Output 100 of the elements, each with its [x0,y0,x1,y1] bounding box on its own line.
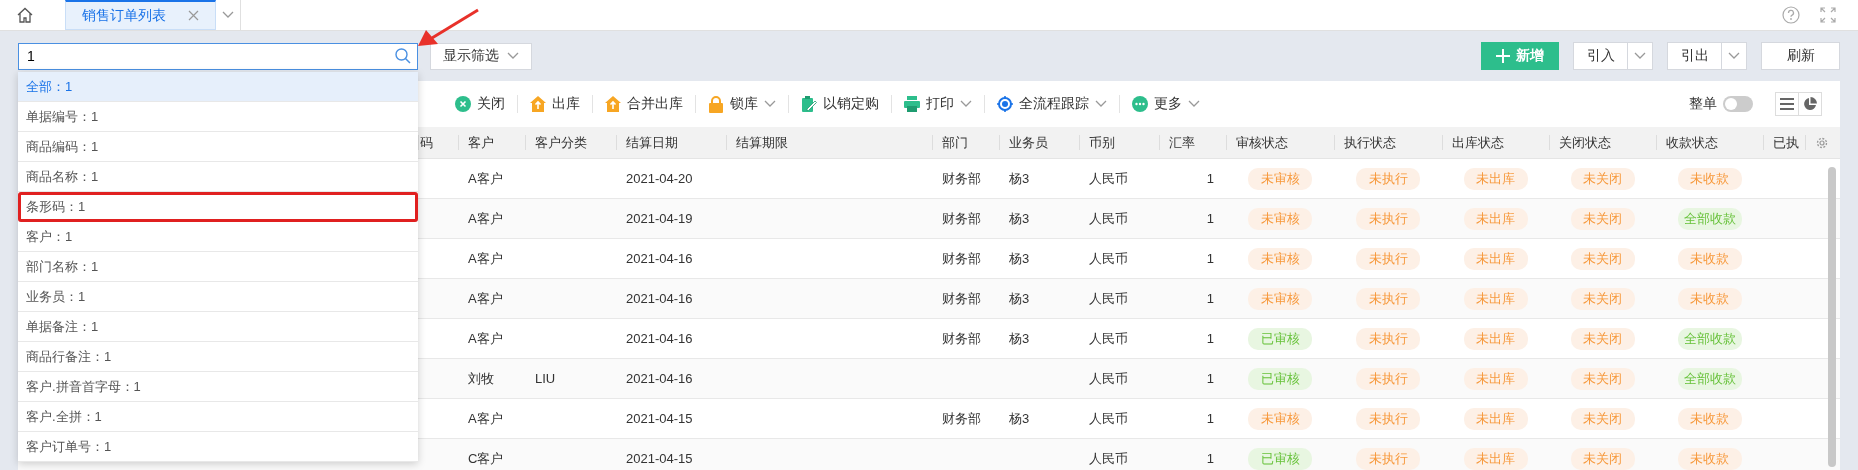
status-tag: 全部收款 [1677,207,1742,230]
help-icon[interactable] [1782,6,1800,24]
settings-icon[interactable] [1815,135,1829,150]
table-cell: 人民币 [1089,249,1128,268]
column-header: 汇率 [1169,133,1195,152]
dropdown-item[interactable]: 商品名称：1 [18,162,418,192]
status-tag: 未审核 [1248,167,1312,190]
search-icon[interactable] [395,47,411,64]
toolbar-button[interactable]: 关闭 [443,95,517,113]
toolbar-button[interactable]: 以销定购 [789,95,891,113]
list-icon[interactable] [1780,98,1794,110]
caret-icon [1728,52,1740,60]
dropdown-item[interactable]: 全部：1 [18,72,418,102]
dropdown-item[interactable]: 单据备注：1 [18,312,418,342]
caret-icon [507,52,519,60]
column-header: 币别 [1089,133,1115,152]
column-header: 结算期限 [736,133,788,152]
printer-icon [904,96,920,112]
dropdown-item[interactable]: 条形码：1 [18,192,418,222]
status-tag: 未出库 [1463,207,1528,230]
column-header: 出库状态 [1452,133,1504,152]
column-header: 已执 [1773,133,1799,152]
scrollbar[interactable] [1828,167,1836,467]
close-icon[interactable] [188,10,199,21]
toolbar-button[interactable]: 锁库 [696,95,788,113]
table-cell: 财务部 [942,329,981,348]
whole-order-label: 整单 [1689,95,1717,113]
toolbar-button[interactable]: 更多 [1120,95,1212,113]
table-cell: 杨3 [1009,329,1030,348]
status-tag: 未收款 [1677,407,1742,430]
table-cell: 1 [1206,211,1214,226]
table-cell: 2021-04-16 [626,371,693,386]
status-tag: 未关闭 [1570,327,1635,350]
table-cell: 1 [1206,251,1214,266]
dropdown-item[interactable]: 客户订单号：1 [18,432,418,462]
annotation-arrow [418,8,480,48]
home-icon[interactable] [17,7,33,23]
split-button[interactable]: 引出 [1667,42,1747,70]
dropdown-item[interactable]: 业务员：1 [18,282,418,312]
status-tag: 未出库 [1463,447,1528,470]
status-tag: 未关闭 [1570,287,1635,310]
house-arrow-icon [605,96,621,112]
split-button[interactable]: 引入 [1573,42,1653,70]
status-tag: 未关闭 [1570,367,1635,390]
dropdown-item[interactable]: 部门名称：1 [18,252,418,282]
column-header: 部门 [942,133,968,152]
filter-button[interactable]: 显示筛选 [430,42,532,70]
status-tag: 未执行 [1356,407,1420,430]
table-cell: 财务部 [942,289,981,308]
toolbar-button[interactable]: 出库 [518,95,592,113]
table-cell: 人民币 [1089,449,1128,468]
table-cell: A客户 [468,409,503,428]
dropdown-item[interactable]: 商品编码：1 [18,132,418,162]
table-cell: 刘牧 [468,369,494,388]
column-header: 结算日期 [626,133,678,152]
search-field[interactable]: 1 [18,42,418,70]
status-tag: 未收款 [1677,167,1742,190]
status-tag: 未出库 [1463,407,1528,430]
status-tag: 未执行 [1356,447,1420,470]
toggle-switch[interactable] [1723,96,1753,112]
table-cell: 1 [1206,411,1214,426]
table-cell: 1 [1206,371,1214,386]
status-tag: 未关闭 [1570,167,1635,190]
table-cell: 财务部 [942,249,981,268]
toolbar-button[interactable]: 合并出库 [593,95,695,113]
table-cell: 人民币 [1089,369,1128,388]
fullscreen-icon[interactable] [1820,7,1836,23]
table-cell: 人民币 [1089,169,1128,188]
close-icon [455,96,471,112]
status-tag: 未执行 [1356,287,1420,310]
table-cell: C客户 [468,449,504,468]
status-tag: 未关闭 [1570,447,1635,470]
table-cell: A客户 [468,329,503,348]
table-cell: A客户 [468,209,503,228]
column-header: 码 [420,133,433,152]
table-cell: A客户 [468,169,503,188]
status-tag: 未执行 [1356,327,1420,350]
dropdown-item[interactable]: 客户.拼音首字母：1 [18,372,418,402]
toolbar-button[interactable]: 全流程跟踪 [985,95,1119,113]
table-cell: A客户 [468,249,503,268]
dropdown-item[interactable]: 客户.全拼：1 [18,402,418,432]
refresh-button[interactable]: 刷新 [1761,42,1840,70]
table-cell: 2021-04-15 [626,411,693,426]
table-cell: 杨3 [1009,209,1030,228]
status-tag: 未执行 [1356,247,1420,270]
table-cell: LIU [535,371,556,386]
status-tag: 全部收款 [1677,327,1742,350]
page-tab[interactable]: 销售订单列表 [65,0,216,30]
table-cell: 财务部 [942,409,981,428]
table-cell: 2021-04-19 [626,211,693,226]
table-cell: 人民币 [1089,209,1128,228]
dropdown-item[interactable]: 客户：1 [18,222,418,252]
table-cell: 1 [1206,291,1214,306]
dropdown-item[interactable]: 商品行备注：1 [18,342,418,372]
dropdown-item[interactable]: 单据编号：1 [18,102,418,132]
table-cell: 2021-04-16 [626,251,693,266]
table-cell: 2021-04-15 [626,451,693,466]
toolbar-button[interactable]: 打印 [892,95,984,113]
pie-chart-icon[interactable] [1803,97,1817,111]
table-cell: 2021-04-16 [626,331,693,346]
